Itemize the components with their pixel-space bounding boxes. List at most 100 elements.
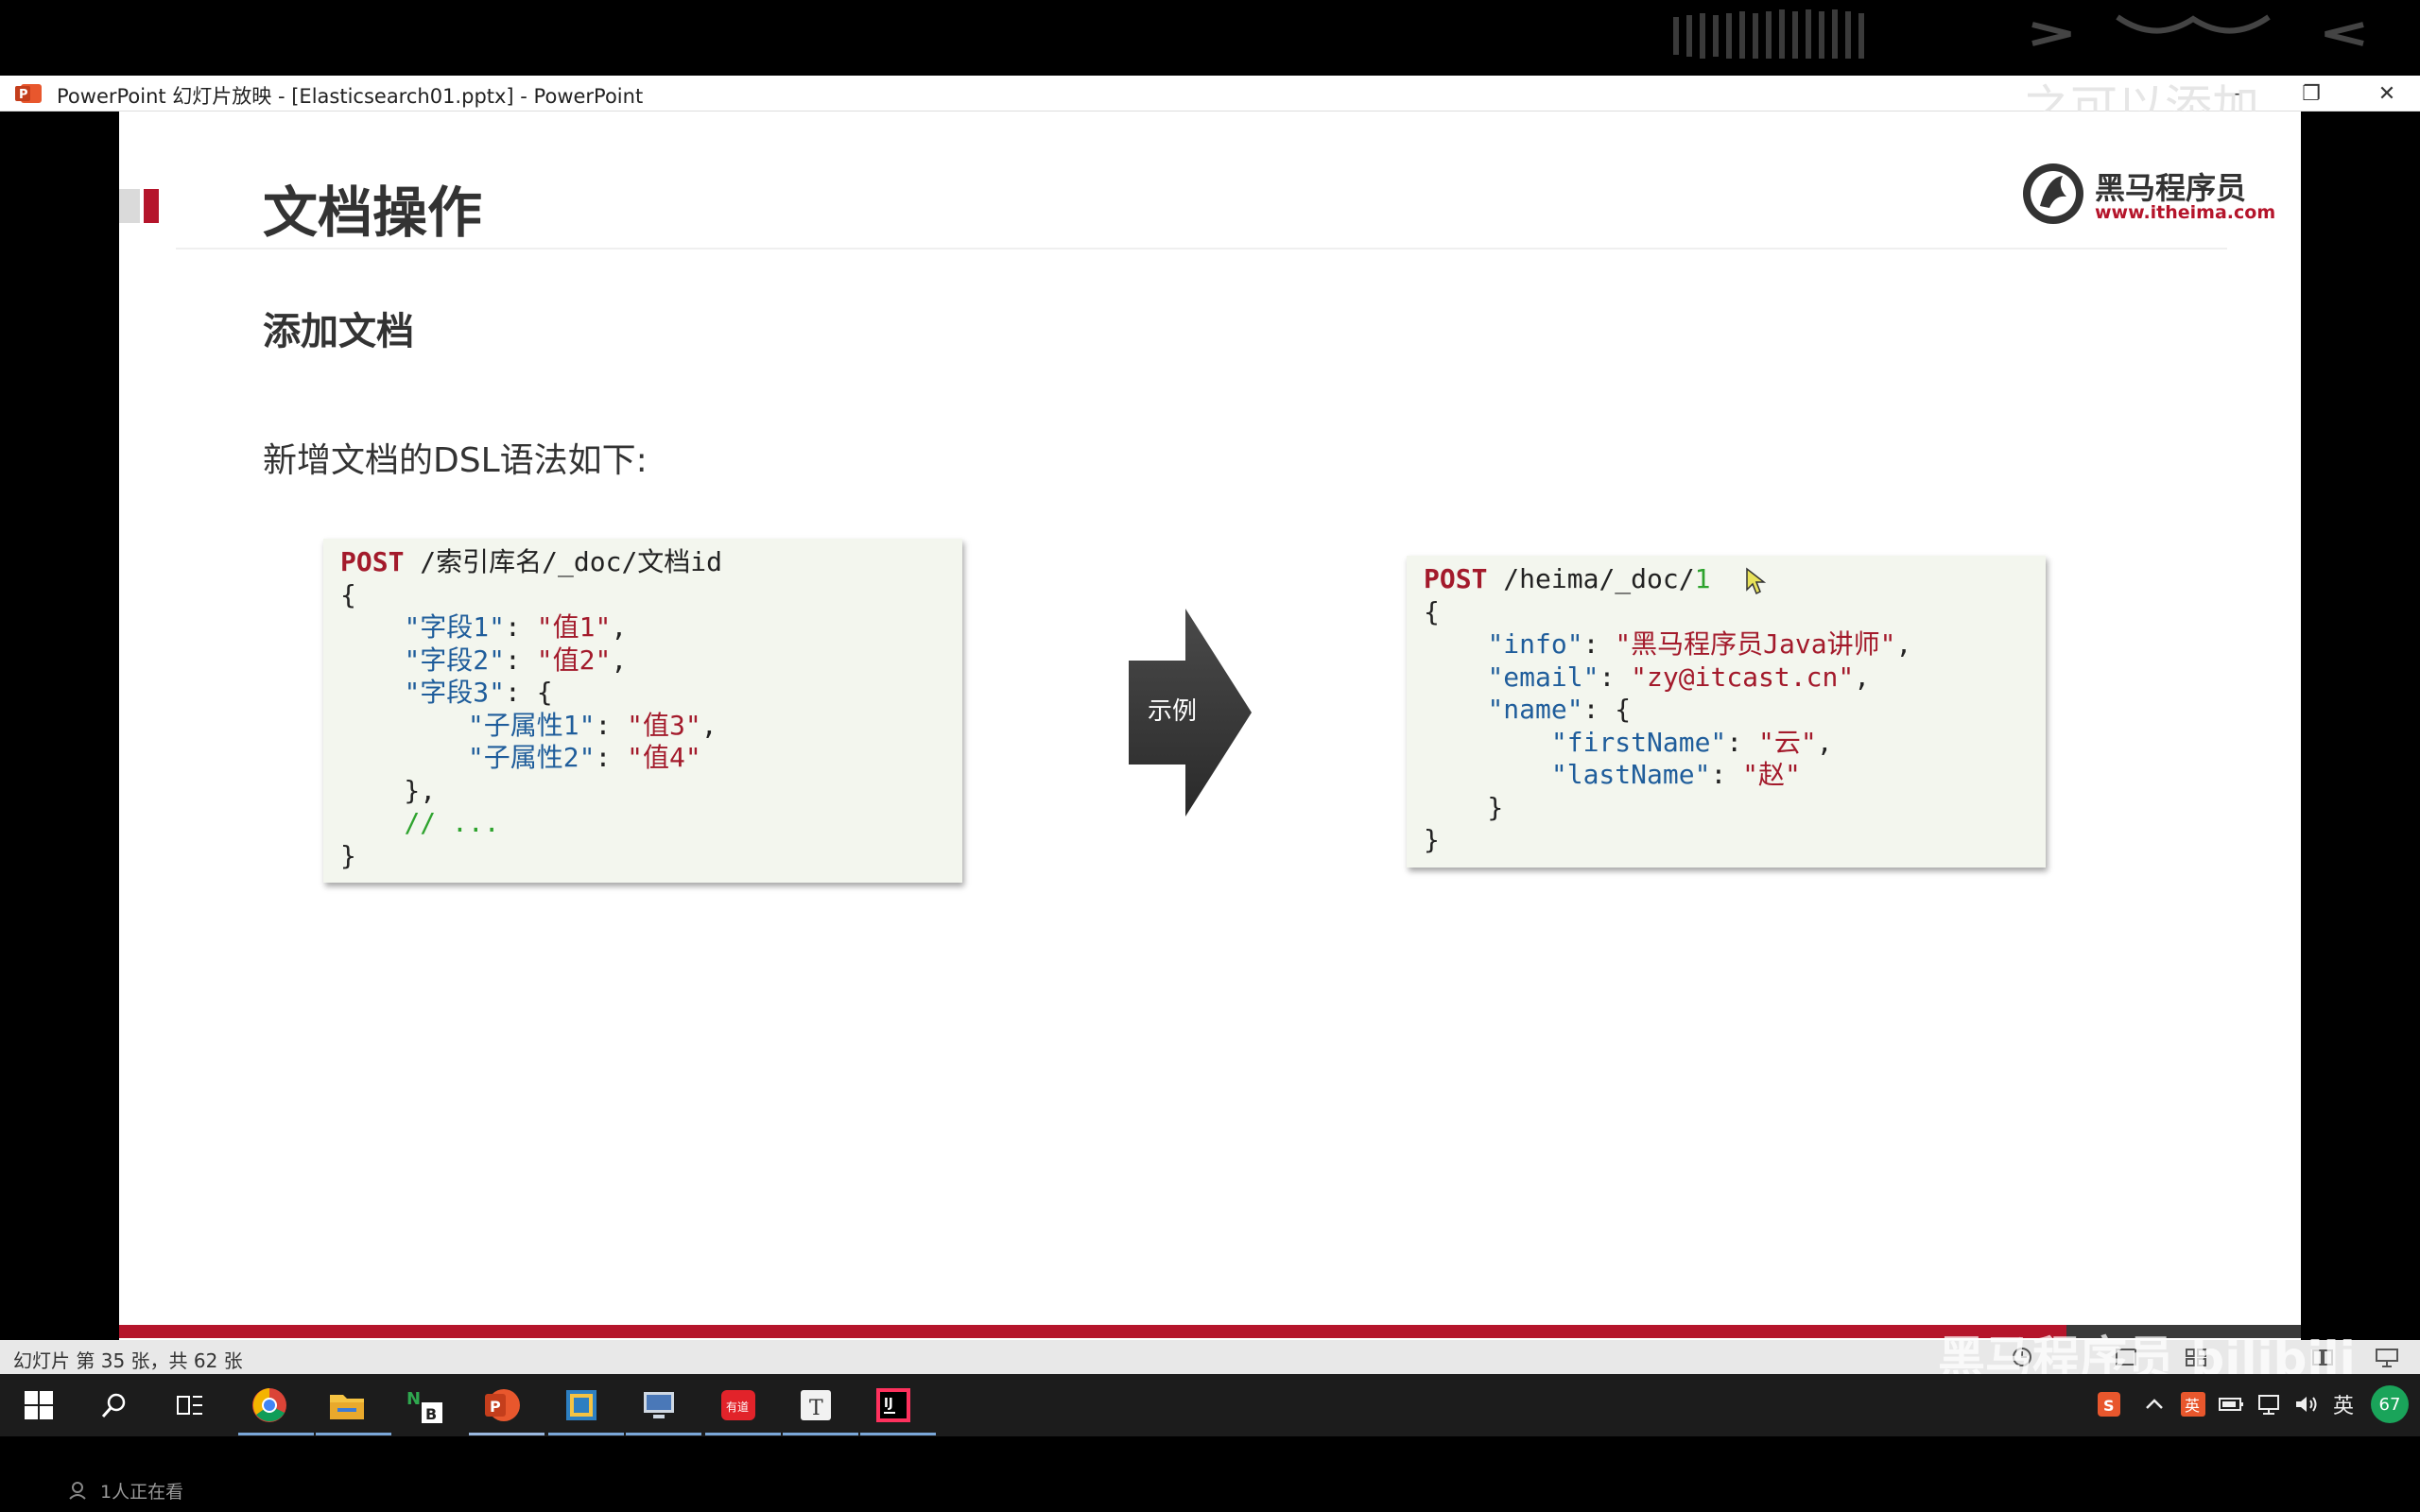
code-token: }	[1424, 791, 1504, 823]
code-token: {	[1424, 595, 1440, 627]
code-token: "值2"	[536, 644, 612, 676]
svg-text:英: 英	[2185, 1397, 2200, 1415]
code-token: POST	[1424, 563, 1488, 594]
code-token: "firstName"	[1550, 726, 1727, 758]
remote-desktop-icon[interactable]	[635, 1382, 683, 1429]
code-line: "字段2": "值2",	[340, 644, 945, 678]
battery-icon[interactable]	[2218, 1395, 2244, 1414]
network-icon[interactable]	[2256, 1393, 2282, 1416]
intellij-icon[interactable]: IJ	[870, 1382, 917, 1429]
code-line: "name": {	[1424, 694, 2029, 727]
svg-text:B: B	[425, 1405, 437, 1423]
active-indicator	[316, 1433, 391, 1435]
restore-button[interactable]: ❐	[2278, 76, 2344, 112]
svg-text:S: S	[2103, 1397, 2115, 1415]
code-line: "firstName": "云",	[1424, 727, 2029, 760]
code-token: "赵"	[1742, 759, 1801, 790]
code-line: "子属性1": "值3",	[340, 710, 945, 743]
typora-icon[interactable]: T	[792, 1382, 839, 1429]
code-line: "字段1": "值1",	[340, 611, 945, 644]
active-indicator	[469, 1433, 544, 1435]
code-token: : {	[505, 677, 553, 708]
virtualbox-icon[interactable]	[558, 1382, 605, 1429]
code-token: :	[595, 709, 628, 741]
windows-start-icon[interactable]	[15, 1382, 62, 1429]
slideshow-icon[interactable]	[2375, 1346, 2399, 1368]
code-token: : {	[1582, 694, 1632, 725]
mouse-cursor-icon	[1746, 567, 1766, 595]
code-token: "值3"	[627, 709, 701, 741]
code-token: :	[505, 644, 537, 676]
chrome-icon[interactable]	[246, 1382, 293, 1429]
code-token: 1	[1694, 563, 1711, 594]
code-token: "黑马程序员Java讲师"	[1615, 628, 1896, 660]
code-token: "云"	[1758, 726, 1817, 758]
window-title: PowerPoint 幻灯片放映 - [Elasticsearch01.pptx…	[57, 85, 644, 108]
code-line: {	[340, 579, 945, 612]
chevron-up-icon[interactable]	[2144, 1395, 2165, 1414]
sogou-input-icon[interactable]: S	[2097, 1391, 2121, 1418]
code-token: /索引库名/_doc/文档id	[404, 546, 723, 577]
code-line: }	[340, 840, 945, 873]
code-line: "lastName": "赵"	[1424, 759, 2029, 792]
ime-english-icon[interactable]: 英	[2180, 1391, 2206, 1418]
code-line: "子属性2": "值4"	[340, 742, 945, 775]
notebook-icon[interactable]: NB	[401, 1382, 448, 1429]
video-top-bar	[0, 0, 2420, 76]
search-icon[interactable]	[91, 1382, 138, 1429]
youdao-icon[interactable]: 有道	[715, 1382, 762, 1429]
waveform-icon	[1673, 9, 2364, 59]
code-token: :	[505, 611, 537, 643]
powerpoint-icon: P	[15, 84, 42, 103]
section-title: 添加文档	[263, 310, 414, 353]
code-token: ,	[611, 611, 628, 643]
code-token: "值4"	[627, 742, 701, 773]
ime-indicator[interactable]: 英	[2333, 1389, 2354, 1419]
code-token: POST	[340, 546, 405, 577]
code-token: "字段1"	[404, 611, 506, 643]
notification-badge[interactable]: 67	[2371, 1385, 2409, 1423]
close-button[interactable]: ✕	[2354, 76, 2420, 112]
title-accent	[144, 189, 159, 223]
svg-text:N: N	[406, 1389, 421, 1409]
svg-text:T: T	[809, 1397, 823, 1420]
code-token: "name"	[1487, 694, 1583, 725]
slide-title: 文档操作	[263, 180, 483, 245]
code-token: }	[1424, 824, 1440, 855]
code-token: "值1"	[536, 611, 612, 643]
code-line: "字段3": {	[340, 677, 945, 710]
code-token: "zy@itcast.cn"	[1631, 661, 1855, 693]
intro-text: 新增文档的DSL语法如下:	[263, 441, 648, 480]
svg-text:P: P	[19, 88, 28, 102]
arrow-label: 示例	[1148, 697, 1198, 726]
code-token: }	[340, 839, 356, 871]
code-token: :	[1726, 726, 1759, 758]
file-explorer-icon[interactable]	[323, 1382, 371, 1429]
active-indicator	[626, 1433, 701, 1435]
title-accent	[119, 189, 140, 223]
volume-icon[interactable]	[2293, 1393, 2320, 1416]
code-token: "子属性1"	[467, 709, 596, 741]
title-divider	[176, 248, 2227, 249]
code-line: // ...	[340, 807, 945, 840]
code-token: "info"	[1487, 628, 1583, 660]
code-line: "email": "zy@itcast.cn",	[1424, 662, 2029, 695]
powerpoint-taskbar-icon[interactable]: P	[478, 1382, 526, 1429]
active-indicator	[238, 1433, 314, 1435]
slide-counter: 幻灯片 第 35 张，共 62 张	[13, 1349, 243, 1372]
code-token: :	[1582, 628, 1616, 660]
code-line: POST /索引库名/_doc/文档id	[340, 546, 945, 579]
slide-canvas[interactable]: 文档操作 黑马程序员 www.itheima.com 添加文档 新增文档的DSL…	[119, 112, 2301, 1348]
active-indicator	[548, 1433, 624, 1435]
code-token: ,	[1816, 726, 1833, 758]
code-token: {	[340, 578, 356, 610]
code-token: /heima/_doc/	[1487, 563, 1695, 594]
viewer-count: 1人正在看	[100, 1482, 184, 1503]
task-view-icon[interactable]	[166, 1382, 214, 1429]
active-indicator	[705, 1433, 781, 1435]
